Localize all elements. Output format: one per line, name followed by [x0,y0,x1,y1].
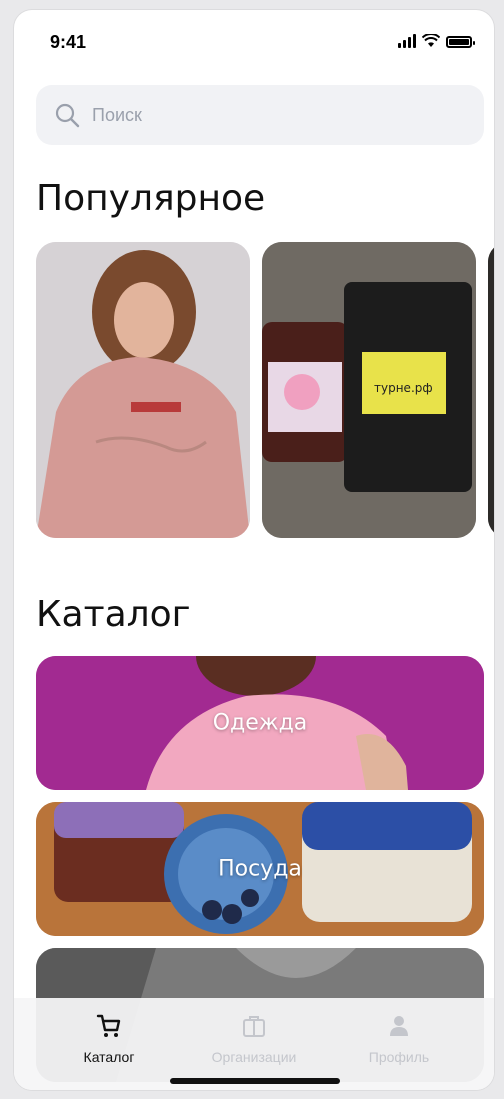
status-time: 9:41 [50,32,87,52]
status-icons [398,34,475,48]
category-label: Посуда [218,856,302,882]
battery-icon [446,36,475,48]
tab-bar: Каталог Организации Профиль [14,998,494,1090]
popular-card-products[interactable]: турне.рф [262,242,476,538]
search-icon [55,103,80,128]
person-icon [390,1016,408,1036]
tab-organizations[interactable]: Организации [189,998,319,1090]
popular-carousel[interactable]: турне.рф [36,242,494,538]
status-bar: 9:41 [14,10,494,70]
svg-text:турне.рф: турне.рф [374,381,433,395]
phone-screen: 9:41 Популярное [14,10,494,1090]
category-clothes[interactable]: Одежда [36,656,484,790]
category-dishes[interactable]: Посуда [36,802,484,936]
tab-label: Каталог [83,1049,135,1065]
popular-card-third[interactable] [488,242,494,538]
tab-label: Организации [211,1049,297,1065]
home-indicator [170,1078,340,1084]
popular-title: Популярное [36,178,266,219]
search-input[interactable] [90,103,394,127]
pink-hoodie-photo [36,242,250,538]
tab-catalog[interactable]: Каталог [44,998,174,1090]
briefcase-icon [243,1016,265,1037]
tab-profile[interactable]: Профиль [334,998,464,1090]
jam-and-coffee-photo: турне.рф [262,242,476,538]
tab-label: Профиль [368,1049,430,1065]
partial-card-photo [488,242,494,538]
category-label: Одежда [212,710,308,736]
cart-icon [96,1014,121,1037]
wifi-icon [422,34,440,47]
catalog-title: Каталог [36,594,191,635]
popular-card-hoodie[interactable] [36,242,250,538]
signal-icon [398,34,416,48]
search-bar[interactable] [36,85,484,145]
